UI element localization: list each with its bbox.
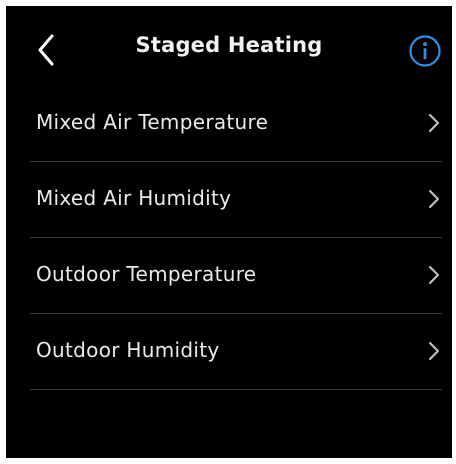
sensor-list: Mixed Air Temperature Mixed Air Humidity…: [30, 86, 442, 390]
list-item-outdoor-temperature[interactable]: Outdoor Temperature: [30, 238, 442, 314]
chevron-right-icon: [426, 112, 442, 134]
page-title: Staged Heating: [135, 33, 323, 57]
staged-heating-screen: Staged Heating Mixed Air Temperature Mix…: [6, 6, 452, 458]
info-circle-icon: [408, 34, 442, 68]
chevron-right-icon: [426, 264, 442, 286]
list-item-label: Mixed Air Temperature: [36, 110, 269, 134]
list-item-label: Mixed Air Humidity: [36, 186, 232, 210]
list-item-label: Outdoor Temperature: [36, 262, 257, 286]
list-item-label: Outdoor Humidity: [36, 338, 220, 362]
chevron-right-icon: [426, 340, 442, 362]
list-item-mixed-air-temperature[interactable]: Mixed Air Temperature: [30, 86, 442, 162]
info-button[interactable]: [408, 34, 442, 68]
chevron-right-icon: [426, 188, 442, 210]
header-bar: Staged Heating: [6, 6, 452, 86]
list-item-mixed-air-humidity[interactable]: Mixed Air Humidity: [30, 162, 442, 238]
list-item-outdoor-humidity[interactable]: Outdoor Humidity: [30, 314, 442, 390]
